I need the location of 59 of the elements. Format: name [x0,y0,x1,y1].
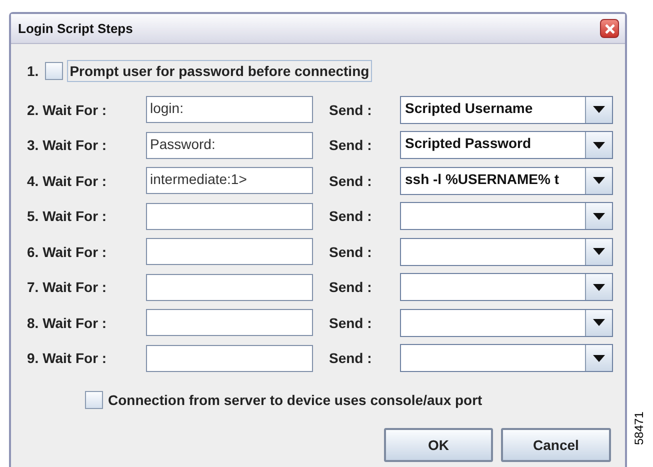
send-dropdown[interactable]: Scripted Username [400,96,613,124]
wait-for-label: 7. Wait For : [27,279,108,296]
wait-for-label: 6. Wait For : [27,244,108,260]
wait-for-label: 5. Wait For : [27,208,108,224]
wait-for-field[interactable]: intermediate:1> [146,167,313,194]
checkbox-label[interactable]: Connection from server to device uses console/aux port [108,392,482,408]
caret-icon [593,354,605,362]
send-label: Send : [329,208,373,224]
dropdown-arrow-button[interactable] [585,168,612,194]
send-label: Send : [329,137,373,154]
dropdown-arrow-button[interactable] [585,203,612,230]
caret-icon [593,319,605,326]
close-button[interactable] [600,19,619,38]
figure-number: 58471 [632,412,646,445]
dropdown-arrow-button[interactable] [585,96,612,123]
wait-for-label: 3. Wait For : [27,137,108,154]
wait-for-field[interactable] [146,238,313,266]
wait-for-field[interactable] [146,309,313,336]
send-dropdown[interactable] [400,273,613,302]
send-dropdown[interactable]: ssh -l %USERNAME% t [400,166,613,195]
wait-for-field[interactable] [146,202,313,230]
caret-icon [593,248,605,256]
ok-button[interactable]: OK [384,428,493,462]
send-dropdown[interactable] [400,202,613,230]
send-dropdown[interactable]: Scripted Password [400,131,613,160]
dropdown-arrow-button[interactable] [585,238,612,265]
caret-icon [593,142,605,149]
caret-icon [593,177,605,184]
send-label: Send : [329,102,373,118]
wait-for-label: 9. Wait For : [27,350,108,366]
wait-for-field[interactable]: login: [146,96,313,124]
wait-for-field[interactable]: Password: [146,132,313,159]
send-dropdown[interactable] [400,308,613,337]
dropdown-arrow-button[interactable] [585,274,612,300]
wait-for-field[interactable] [146,274,313,301]
wait-for-label: 4. Wait For : [27,172,108,189]
checkbox[interactable] [44,62,63,80]
caret-icon [593,284,605,291]
dropdown-arrow-button[interactable] [585,310,612,336]
send-label: Send : [329,172,373,189]
dropdown-arrow-button[interactable] [585,345,612,372]
close-icon [604,22,616,34]
send-label: Send : [329,350,373,366]
send-dropdown[interactable] [400,344,613,372]
step-number: 1. [27,63,39,79]
dropdown-arrow-button[interactable] [585,132,612,158]
checkbox-label[interactable]: Prompt user for password before connecting [66,60,372,82]
caret-icon [593,106,605,114]
cancel-button[interactable]: Cancel [501,428,611,462]
send-dropdown[interactable] [400,238,613,266]
caret-icon [593,212,605,220]
send-label: Send : [329,279,373,296]
wait-for-field[interactable] [146,344,313,372]
window-title: Login Script Steps [18,21,133,36]
send-label: Send : [329,244,373,260]
wait-for-label: 8. Wait For : [27,314,108,331]
send-label: Send : [329,314,373,331]
wait-for-label: 2. Wait For : [27,102,108,118]
checkbox[interactable] [85,391,103,409]
